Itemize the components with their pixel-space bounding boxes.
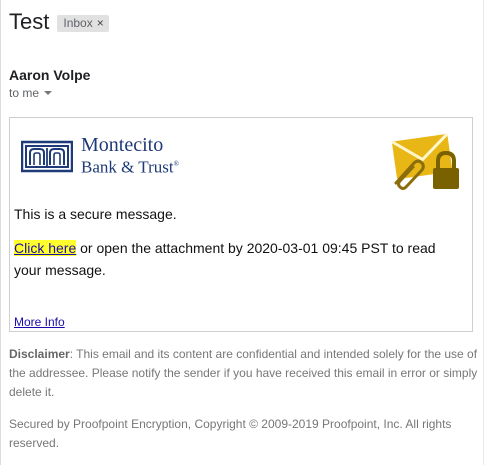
recipient-text: to me [9, 86, 40, 100]
logo-name-line2: Bank & Trust® [81, 155, 179, 177]
subject-row: Test Inbox × [9, 9, 109, 35]
action-text: or open the attachment by 2020-03-01 09:… [14, 240, 436, 278]
secure-message-box: Montecito Bank & Trust® This is a secure… [9, 117, 473, 332]
disclaimer-text: : This email and its content are confide… [9, 347, 478, 399]
window-border-right [483, 0, 484, 465]
bank-logo-icon [21, 141, 73, 173]
recipient-details-toggle[interactable]: to me [9, 86, 53, 100]
bank-logo: Montecito Bank & Trust® [21, 134, 179, 177]
disclaimer-label: Disclaimer [9, 347, 70, 361]
more-info-link[interactable]: More Info [14, 315, 65, 329]
copyright-notice: Secured by Proofpoint Encryption, Copyri… [9, 417, 452, 450]
sender-name[interactable]: Aaron Volpe [9, 67, 90, 83]
click-here-link[interactable]: Click here [14, 240, 77, 256]
remove-label-button[interactable]: × [97, 15, 104, 32]
registered-mark: ® [173, 160, 179, 168]
inbox-label-chip[interactable]: Inbox × [57, 14, 109, 32]
label-chip-text: Inbox [63, 15, 93, 30]
window-border-left [0, 0, 1, 465]
disclaimer: Disclaimer: This email and its content a… [9, 345, 483, 402]
chevron-down-icon[interactable] [44, 91, 53, 95]
action-instructions: Click here or open the attachment by 202… [14, 237, 464, 281]
email-subject: Test [9, 9, 50, 34]
secure-message-text: This is a secure message. [14, 206, 177, 222]
logo-name-line1: Montecito [81, 134, 164, 156]
secure-envelope-icon [391, 132, 459, 190]
logo-name-line2-text: Bank & Trust [81, 157, 174, 177]
bank-logo-text: Montecito Bank & Trust® [81, 134, 179, 177]
